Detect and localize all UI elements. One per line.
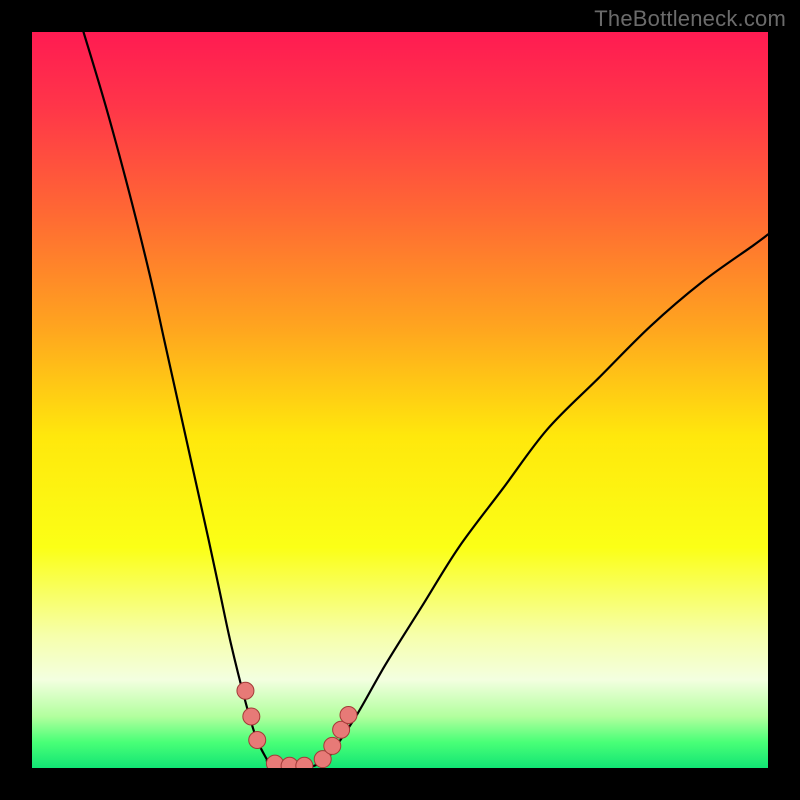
bottleneck-curve bbox=[84, 32, 768, 768]
data-marker bbox=[237, 682, 254, 699]
curve-layer bbox=[32, 32, 768, 768]
data-marker bbox=[249, 732, 266, 749]
data-markers bbox=[237, 682, 357, 768]
watermark-text: TheBottleneck.com bbox=[594, 6, 786, 32]
plot-area bbox=[32, 32, 768, 768]
chart-frame: TheBottleneck.com bbox=[0, 0, 800, 800]
data-marker bbox=[296, 757, 313, 768]
data-marker bbox=[243, 708, 260, 725]
data-marker bbox=[340, 707, 357, 724]
data-marker bbox=[324, 737, 341, 754]
